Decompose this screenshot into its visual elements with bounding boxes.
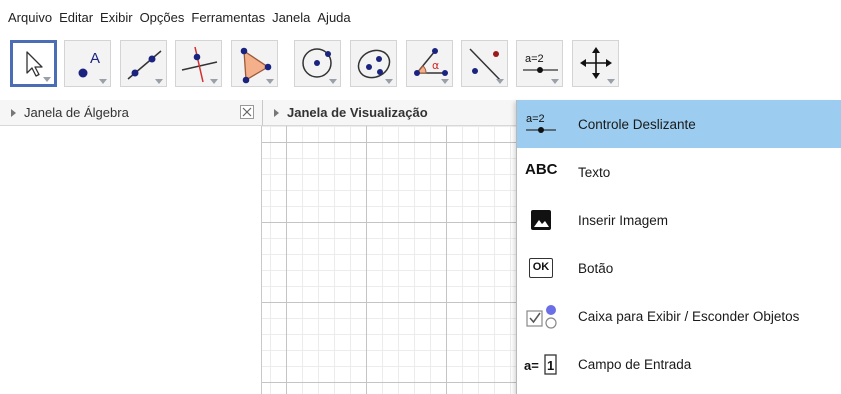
tool-menu-indicator <box>385 79 393 84</box>
menu-arquivo[interactable]: Arquivo <box>8 10 52 25</box>
slider-icon-text: a=2 <box>526 113 545 125</box>
toolbar: A α a=2 <box>0 34 841 100</box>
graphics-canvas[interactable] <box>262 126 516 394</box>
polygon-tool[interactable] <box>231 40 278 87</box>
move-graphics-tool[interactable] <box>572 40 619 87</box>
expand-arrow-icon[interactable] <box>11 108 16 117</box>
tool-menu-indicator <box>551 79 559 84</box>
image-icon <box>523 202 559 238</box>
graphics-panel-header[interactable]: Janela de Visualização <box>262 100 516 126</box>
input-field-icon: a= 1 <box>523 346 559 382</box>
perpendicular-line-tool[interactable] <box>175 40 222 87</box>
tool-menu-indicator <box>43 77 51 82</box>
text-icon-label: ABC <box>525 161 558 178</box>
menu-item-insert-image[interactable]: Inserir Imagem <box>517 196 841 244</box>
menu-janela[interactable]: Janela <box>272 10 310 25</box>
point-label: A <box>90 50 100 67</box>
menu-ajuda[interactable]: Ajuda <box>317 10 350 25</box>
close-icon <box>242 107 252 117</box>
expand-arrow-icon[interactable] <box>274 108 279 117</box>
tool-menu-indicator <box>155 79 163 84</box>
reflect-tool[interactable] <box>461 40 508 87</box>
graphics-panel-title: Janela de Visualização <box>287 105 428 120</box>
algebra-panel-title: Janela de Álgebra <box>24 105 129 120</box>
button-icon-label: OK <box>529 258 553 278</box>
menu-item-label: Campo de Entrada <box>578 356 692 372</box>
tool-menu-indicator <box>210 79 218 84</box>
text-icon: ABC <box>523 154 559 190</box>
angle-tool[interactable]: α <box>406 40 453 87</box>
slider-icon: a=2 <box>523 106 559 142</box>
menu-item-button[interactable]: OK Botão <box>517 244 841 292</box>
tool-menu-indicator <box>266 79 274 84</box>
tool-menu-indicator <box>607 79 615 84</box>
angle-alpha-label: α <box>432 59 439 72</box>
algebra-panel-header[interactable]: Janela de Álgebra <box>0 100 262 126</box>
close-panel-button[interactable] <box>240 105 254 119</box>
svg-text:1: 1 <box>547 358 554 373</box>
menu-item-input-field[interactable]: a= 1 Campo de Entrada <box>517 340 841 388</box>
menu-ferramentas[interactable]: Ferramentas <box>191 10 265 25</box>
tool-menu-indicator <box>329 79 337 84</box>
menu-item-label: Texto <box>578 164 611 180</box>
svg-text:a=: a= <box>524 358 539 373</box>
menu-item-slider[interactable]: a=2 Controle Deslizante <box>517 100 841 148</box>
tool-dropdown-menu: a=2 Controle Deslizante ABC Texto Inseri… <box>516 100 841 394</box>
slider-tool-label: a=2 <box>525 53 544 65</box>
point-tool[interactable]: A <box>64 40 111 87</box>
menu-item-label: Inserir Imagem <box>578 212 669 228</box>
tool-menu-indicator <box>441 79 449 84</box>
menu-editar[interactable]: Editar <box>59 10 93 25</box>
circle-tool[interactable] <box>294 40 341 87</box>
tool-menu-indicator <box>496 79 504 84</box>
algebra-panel[interactable] <box>0 126 262 394</box>
move-tool[interactable] <box>10 40 57 87</box>
checkbox-icon <box>523 298 559 334</box>
menu-item-label: Controle Deslizante <box>578 116 696 132</box>
button-icon: OK <box>523 250 559 286</box>
menu-opcoes[interactable]: Opções <box>140 10 185 25</box>
conic-tool[interactable] <box>350 40 397 87</box>
line-tool[interactable] <box>120 40 167 87</box>
menu-item-checkbox[interactable]: Caixa para Exibir / Esconder Objetos <box>517 292 841 340</box>
menu-exibir[interactable]: Exibir <box>100 10 133 25</box>
menu-bar: Arquivo Editar Exibir Opções Ferramentas… <box>0 0 841 34</box>
slider-tool[interactable]: a=2 <box>516 40 563 87</box>
menu-item-label: Caixa para Exibir / Esconder Objetos <box>578 308 800 324</box>
tool-menu-indicator <box>99 79 107 84</box>
menu-item-label: Botão <box>578 260 614 276</box>
menu-item-text[interactable]: ABC Texto <box>517 148 841 196</box>
